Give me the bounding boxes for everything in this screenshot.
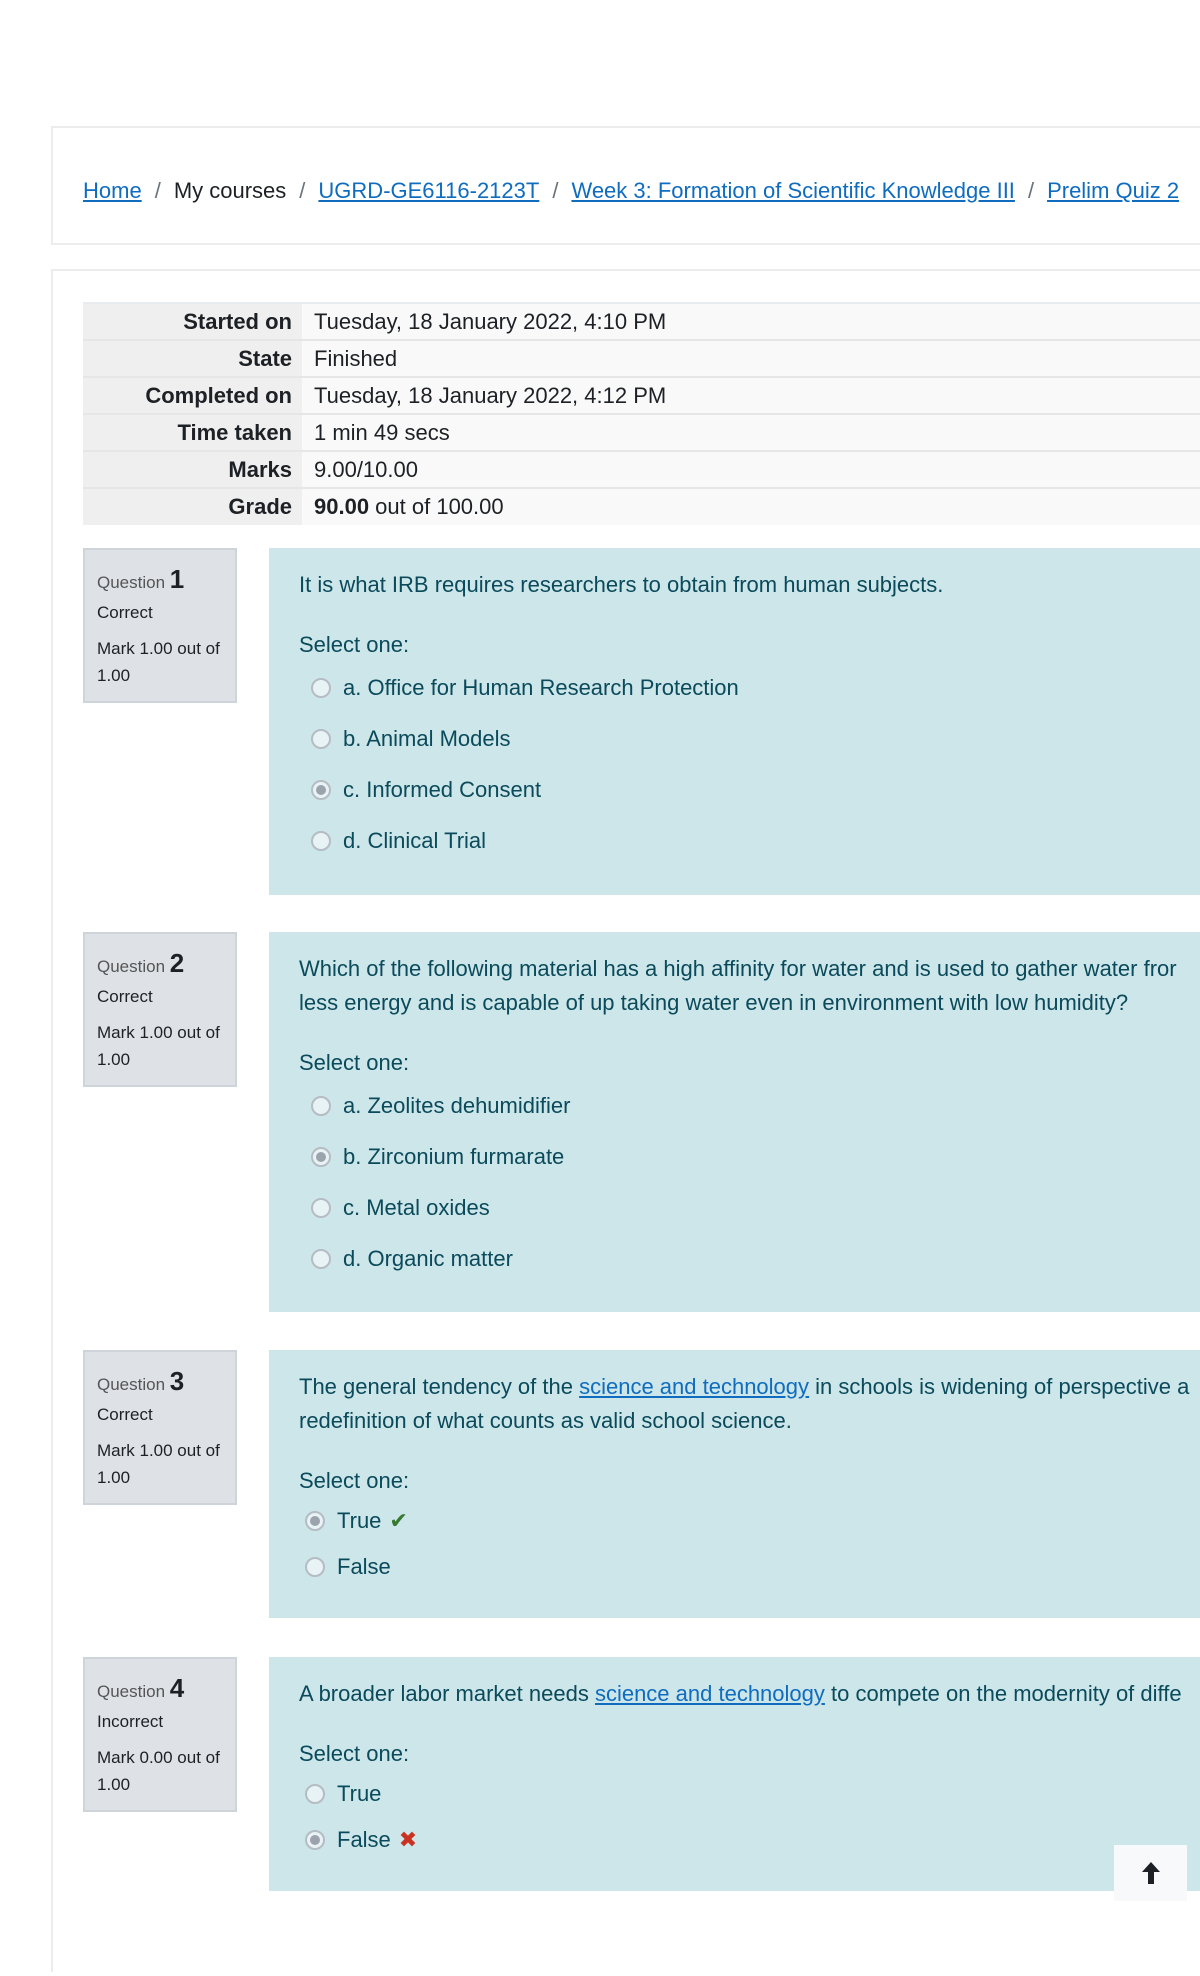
radio-button[interactable]: [305, 1784, 325, 1804]
radio-button-checked[interactable]: [305, 1511, 325, 1531]
question-mark: Mark 1.00 out of 1.00: [97, 639, 220, 685]
breadcrumb-separator: /: [552, 178, 559, 203]
answer-list: True ✔ False: [299, 1498, 1172, 1590]
summary-row-state: State Finished: [83, 339, 1200, 377]
question-mark: Mark 1.00 out of 1.00: [97, 1023, 220, 1069]
answer-option[interactable]: True ✔: [299, 1498, 1172, 1544]
breadcrumb-quiz[interactable]: Prelim Quiz 2: [1047, 178, 1179, 204]
cross-icon: ✖: [398, 1827, 418, 1852]
breadcrumb-week[interactable]: Week 3: Formation of Scientific Knowledg…: [571, 178, 1014, 204]
answer-list: a. Zeolites dehumidifier b. Zirconium fu…: [299, 1080, 1172, 1284]
select-one-label: Select one:: [299, 1468, 410, 1493]
radio-button-checked[interactable]: [311, 1146, 331, 1167]
summary-label: Completed on: [83, 376, 302, 414]
select-one-label: Select one:: [299, 632, 410, 657]
question-text: Which of the following material has a hi…: [299, 956, 1177, 1015]
summary-label: Started on: [83, 302, 302, 340]
answer-option[interactable]: c. Metal oxides: [299, 1182, 1172, 1233]
breadcrumb-separator: /: [299, 178, 306, 203]
answer-option[interactable]: d. Clinical Trial: [299, 815, 1172, 866]
radio-button-checked[interactable]: [311, 779, 331, 800]
question-info: Question 2 Correct Mark 1.00 out of 1.00: [83, 932, 237, 1087]
breadcrumb-card: Home / My courses / UGRD-GE6116-2123T / …: [51, 126, 1200, 245]
radio-button[interactable]: [305, 1557, 325, 1577]
summary-label: State: [83, 339, 302, 377]
answer-option[interactable]: a. Office for Human Research Protection: [299, 662, 1172, 713]
question-text: A broader labor market needs science and…: [299, 1681, 1182, 1706]
answer-option[interactable]: b. Animal Models: [299, 713, 1172, 764]
question-content: The general tendency of the science and …: [269, 1350, 1200, 1618]
summary-row-grade: Grade 90.00 out of 100.00: [83, 487, 1200, 525]
summary-row-marks: Marks 9.00/10.00: [83, 450, 1200, 488]
radio-button[interactable]: [311, 830, 331, 851]
answer-list: a. Office for Human Research Protection …: [299, 662, 1172, 866]
question-text: The general tendency of the science and …: [299, 1374, 1190, 1433]
summary-value: Tuesday, 18 January 2022, 4:12 PM: [302, 376, 1200, 414]
question-text: It is what IRB requires researchers to o…: [299, 572, 944, 597]
select-one-label: Select one:: [299, 1050, 410, 1075]
arrow-up-icon: [1141, 1862, 1160, 1884]
radio-button[interactable]: [311, 1095, 331, 1116]
question-content: Which of the following material has a hi…: [269, 932, 1200, 1312]
summary-row-time-taken: Time taken 1 min 49 secs: [83, 413, 1200, 451]
breadcrumb-course[interactable]: UGRD-GE6116-2123T: [318, 178, 539, 204]
scroll-to-top-button[interactable]: [1114, 1845, 1187, 1901]
check-icon: ✔: [389, 1508, 408, 1533]
question-state: Correct: [97, 987, 153, 1006]
answer-option[interactable]: b. Zirconium furmarate: [299, 1131, 1172, 1182]
summary-value: Tuesday, 18 January 2022, 4:10 PM: [302, 302, 1200, 340]
radio-button-checked[interactable]: [305, 1830, 325, 1850]
attempt-summary-table: Started on Tuesday, 18 January 2022, 4:1…: [83, 302, 1200, 525]
select-one-label: Select one:: [299, 1741, 410, 1766]
summary-label: Time taken: [83, 413, 302, 451]
summary-value: 90.00 out of 100.00: [302, 487, 1200, 525]
question-number: Question 3: [97, 1366, 185, 1396]
question-number: Question 2: [97, 948, 185, 978]
question-mark: Mark 1.00 out of 1.00: [97, 1441, 220, 1487]
glossary-link[interactable]: science and technology: [579, 1374, 809, 1399]
answer-option[interactable]: a. Zeolites dehumidifier: [299, 1080, 1172, 1131]
breadcrumb: Home / My courses / UGRD-GE6116-2123T / …: [83, 178, 1179, 204]
question-number: Question 4: [97, 1673, 185, 1703]
question-content: It is what IRB requires researchers to o…: [269, 548, 1200, 895]
glossary-link[interactable]: science and technology: [595, 1681, 825, 1706]
question-content: A broader labor market needs science and…: [269, 1657, 1200, 1891]
grade-suffix: out of 100.00: [369, 494, 504, 519]
answer-option[interactable]: False ✖: [299, 1817, 1172, 1863]
breadcrumb-home[interactable]: Home: [83, 178, 142, 204]
summary-row-started: Started on Tuesday, 18 January 2022, 4:1…: [83, 302, 1200, 340]
summary-value: 1 min 49 secs: [302, 413, 1200, 451]
radio-button[interactable]: [311, 677, 331, 698]
radio-button[interactable]: [311, 1248, 331, 1269]
question-info: Question 3 Correct Mark 1.00 out of 1.00: [83, 1350, 237, 1505]
question-info: Question 4 Incorrect Mark 0.00 out of 1.…: [83, 1657, 237, 1812]
answer-option[interactable]: d. Organic matter: [299, 1233, 1172, 1284]
summary-label: Grade: [83, 487, 302, 525]
summary-label: Marks: [83, 450, 302, 488]
question-number: Question 1: [97, 564, 185, 594]
answer-option[interactable]: c. Informed Consent: [299, 764, 1172, 815]
question-state: Correct: [97, 1405, 153, 1424]
grade-value: 90.00: [314, 494, 370, 519]
summary-value: Finished: [302, 339, 1200, 377]
answer-list: True False ✖: [299, 1771, 1172, 1863]
summary-value: 9.00/10.00: [302, 450, 1200, 488]
radio-button[interactable]: [311, 728, 331, 749]
question-info: Question 1 Correct Mark 1.00 out of 1.00: [83, 548, 237, 703]
breadcrumb-separator: /: [154, 178, 161, 203]
answer-option[interactable]: False: [299, 1544, 1172, 1590]
summary-row-completed: Completed on Tuesday, 18 January 2022, 4…: [83, 376, 1200, 414]
question-mark: Mark 0.00 out of 1.00: [97, 1748, 220, 1794]
breadcrumb-my-courses: My courses: [173, 178, 287, 203]
question-state: Incorrect: [97, 1712, 164, 1731]
question-state: Correct: [97, 603, 153, 622]
radio-button[interactable]: [311, 1197, 331, 1218]
breadcrumb-separator: /: [1027, 178, 1035, 203]
answer-option[interactable]: True: [299, 1771, 1172, 1817]
quiz-review-card: Started on Tuesday, 18 January 2022, 4:1…: [51, 269, 1200, 1972]
